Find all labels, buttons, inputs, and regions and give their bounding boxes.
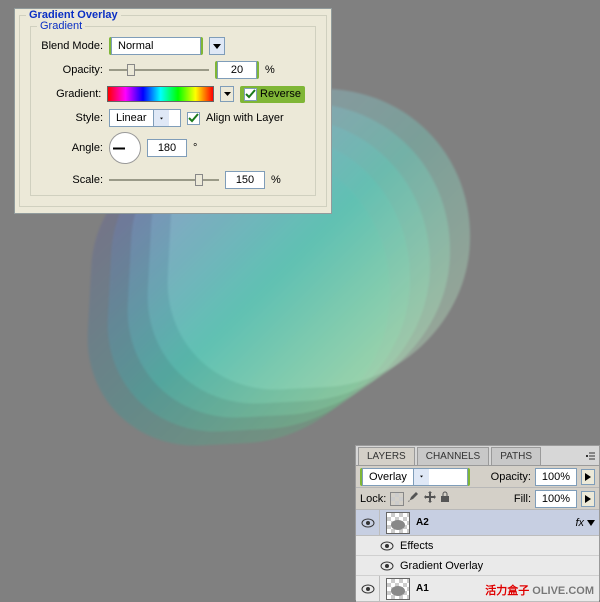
effect-gradient-overlay[interactable]: Gradient Overlay (356, 556, 599, 576)
opacity-suffix: % (265, 64, 275, 76)
align-with-layer-checkbox[interactable] (187, 112, 200, 125)
effects-label: Effects (400, 540, 433, 552)
layer-opacity-label: Opacity: (491, 471, 531, 483)
opacity-input[interactable]: 20 (217, 61, 257, 79)
chevron-down-icon[interactable] (209, 37, 225, 55)
angle-suffix: ° (193, 142, 197, 154)
blend-mode-label: Blend Mode: (41, 40, 103, 52)
scale-suffix: % (271, 174, 281, 186)
visibility-toggle[interactable] (356, 576, 380, 601)
style-value: Linear (110, 112, 153, 124)
scale-label: Scale: (41, 174, 103, 186)
angle-label: Angle: (41, 142, 103, 154)
style-select[interactable]: Linear (109, 109, 181, 127)
angle-dial[interactable] (109, 132, 141, 164)
layer-name[interactable]: A1 (416, 583, 429, 594)
effect-name: Gradient Overlay (400, 560, 483, 572)
opacity-slider[interactable] (109, 63, 209, 77)
gradient-overlay-panel: Gradient Overlay Gradient Blend Mode: No… (14, 8, 332, 214)
align-with-layer-label: Align with Layer (206, 112, 284, 124)
layer-thumbnail[interactable] (386, 578, 410, 600)
reverse-label: Reverse (260, 88, 301, 100)
lock-all-icon[interactable] (440, 491, 450, 506)
lock-brush-icon[interactable] (408, 491, 420, 506)
fill-flyout-icon[interactable] (581, 491, 595, 507)
tab-layers[interactable]: LAYERS (358, 447, 415, 465)
layer-blend-value: Overlay (363, 471, 413, 483)
layer-blend-select[interactable]: Overlay (362, 468, 468, 486)
chevron-down-icon[interactable] (587, 520, 595, 526)
gradient-preview[interactable] (107, 86, 214, 102)
tab-channels[interactable]: CHANNELS (417, 447, 489, 465)
fill-input[interactable]: 100% (535, 490, 577, 508)
chevron-down-icon (153, 110, 169, 126)
effects-group[interactable]: Effects (356, 536, 599, 556)
scale-input[interactable]: 150 (225, 171, 265, 189)
lock-label: Lock: (360, 493, 386, 505)
blend-mode-select[interactable]: Normal (111, 37, 201, 55)
eye-icon[interactable] (380, 561, 394, 571)
reverse-checkbox[interactable] (244, 88, 257, 101)
lock-move-icon[interactable] (424, 491, 436, 506)
visibility-toggle[interactable] (356, 510, 380, 535)
blend-mode-value: Normal (112, 40, 159, 52)
opacity-flyout-icon[interactable] (581, 469, 595, 485)
tab-paths[interactable]: PATHS (491, 447, 541, 465)
angle-input[interactable]: 180 (147, 139, 187, 157)
gradient-dropdown[interactable] (220, 86, 234, 102)
chevron-down-icon (413, 469, 429, 485)
layers-panel: LAYERS CHANNELS PATHS Overlay Opacity: 1… (355, 445, 600, 600)
gradient-section-label: Gradient (37, 20, 85, 32)
gradient-label: Gradient: (41, 88, 101, 100)
opacity-label: Opacity: (41, 64, 103, 76)
panel-menu-icon[interactable] (581, 447, 599, 465)
fill-label: Fill: (514, 493, 531, 505)
layer-row-a2[interactable]: A2 fx (356, 510, 599, 536)
scale-slider[interactable] (109, 173, 219, 187)
layer-opacity-input[interactable]: 100% (535, 468, 577, 486)
eye-icon[interactable] (380, 541, 394, 551)
fx-badge[interactable]: fx (575, 517, 584, 529)
watermark: 活力盒子 OLIVE.COM (485, 582, 594, 598)
style-label: Style: (41, 112, 103, 124)
lock-transparency-icon[interactable] (390, 492, 404, 506)
layer-thumbnail[interactable] (386, 512, 410, 534)
layer-name[interactable]: A2 (416, 517, 429, 528)
